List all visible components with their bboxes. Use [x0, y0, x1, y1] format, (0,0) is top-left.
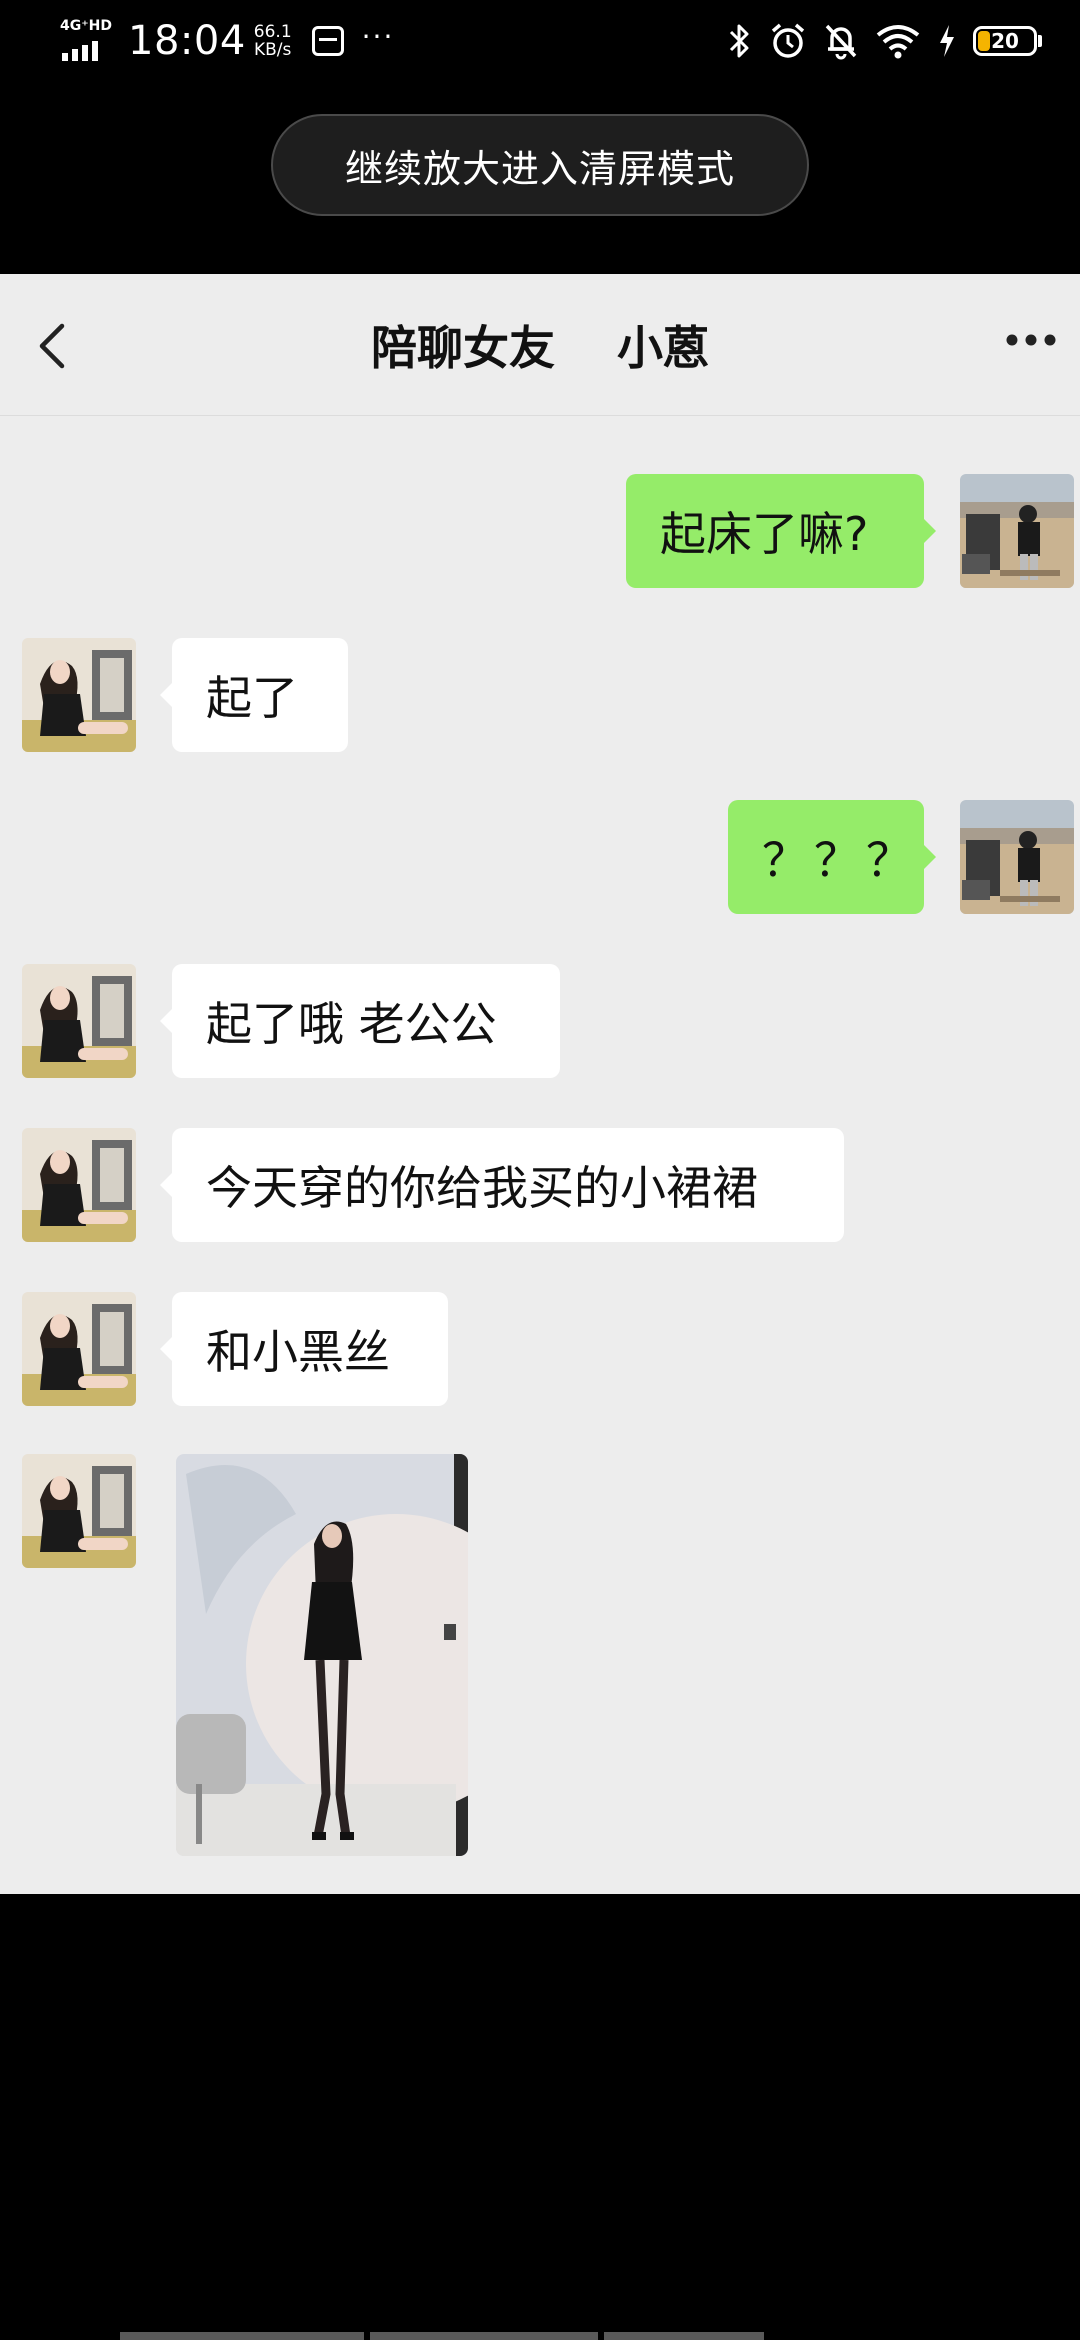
message-bubble[interactable]: 和小黑丝 [160, 1292, 448, 1406]
battery-level: 20 [991, 29, 1019, 53]
bluetooth-icon [729, 24, 749, 58]
network-type: 4G⁺HD [60, 18, 112, 34]
battery-icon: 20 [973, 26, 1042, 56]
more-dots-icon[interactable] [1004, 332, 1058, 348]
zoom-hint-toast: 继续放大进入清屏模式 [271, 114, 809, 216]
chat-panel: 陪聊女友 小蒽 起床了嘛? 起了 ？？？ 起了哦 老公公 今天穿的你给我买的小裙… [0, 274, 1080, 1894]
message-bubble[interactable]: 起了 [160, 638, 348, 752]
contact-avatar[interactable] [22, 1454, 136, 1568]
my-avatar[interactable] [960, 474, 1074, 588]
message-bubble[interactable]: 起床了嘛? [626, 474, 936, 588]
navigation-gesture-bar[interactable] [120, 2332, 960, 2340]
signal-icon: 4G⁺HD [58, 19, 114, 63]
my-avatar[interactable] [960, 800, 1074, 914]
wifi-icon [876, 25, 920, 59]
contact-avatar[interactable] [22, 638, 136, 752]
alarm-icon [771, 23, 805, 58]
chat-title-nickname: 小蒽 [617, 321, 709, 375]
more-notifications-icon: ··· [361, 20, 395, 53]
network-speed: 66.1 KB/s [253, 22, 292, 60]
contact-avatar[interactable] [22, 1128, 136, 1242]
status-bar: 4G⁺HD 18:04 66.1 KB/s ··· 20 [0, 0, 1080, 84]
notification-card-icon [311, 26, 344, 56]
message-bubble[interactable]: 今天穿的你给我买的小裙裙 [160, 1128, 844, 1242]
message-bubble[interactable]: 起了哦 老公公 [160, 964, 560, 1078]
chat-header: 陪聊女友 小蒽 [0, 274, 1080, 416]
chat-title: 陪聊女友 小蒽 [0, 312, 1080, 378]
chat-title-name: 陪聊女友 [371, 321, 555, 375]
image-message[interactable] [176, 1454, 468, 1856]
clock: 18:04 [128, 18, 246, 64]
mute-bell-icon [825, 24, 857, 60]
contact-avatar[interactable] [22, 1292, 136, 1406]
charging-icon [940, 25, 954, 57]
message-bubble[interactable]: ？？？ [728, 800, 936, 914]
contact-avatar[interactable] [22, 964, 136, 1078]
